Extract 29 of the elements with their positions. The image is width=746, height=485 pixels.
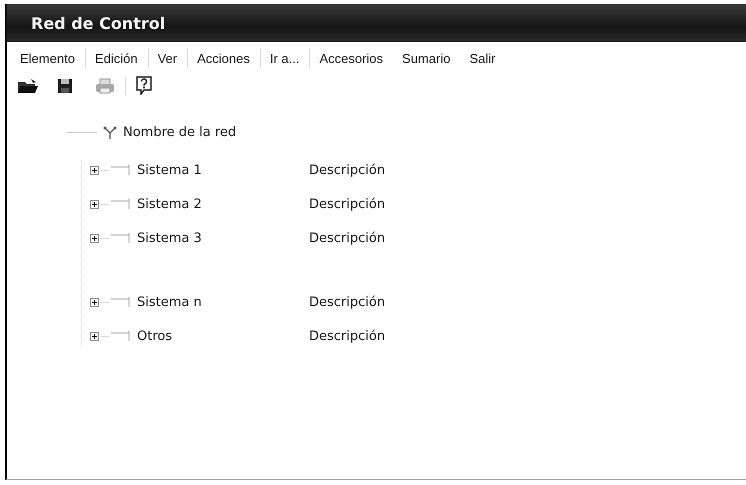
window-title: Red de Control bbox=[31, 14, 166, 32]
tree-item-label[interactable]: Sistema 3 bbox=[137, 230, 309, 246]
expand-icon[interactable] bbox=[90, 166, 99, 174]
description-text: Descripción bbox=[309, 294, 386, 310]
save-icon[interactable] bbox=[57, 78, 73, 94]
help-icon[interactable] bbox=[136, 76, 152, 95]
menu-item[interactable]: Sumario bbox=[397, 48, 460, 68]
expand-icon[interactable] bbox=[90, 234, 99, 242]
expand-icon[interactable] bbox=[90, 332, 99, 340]
tree-item-label[interactable]: Sistema 2 bbox=[137, 196, 309, 212]
description-text: Descripción bbox=[309, 162, 386, 178]
tree-item-label[interactable]: Sistema 1 bbox=[137, 162, 309, 178]
menu-item[interactable]: Ir a... bbox=[264, 48, 310, 68]
menu-item[interactable]: Edición bbox=[90, 48, 149, 68]
tree-item-label[interactable]: Sistema n bbox=[137, 294, 309, 310]
expand-icon[interactable] bbox=[90, 200, 99, 208]
menu-item[interactable]: Accesorios bbox=[314, 48, 394, 68]
menu-item[interactable]: Salir bbox=[464, 48, 506, 68]
tree-item-label[interactable]: Otros bbox=[137, 328, 309, 344]
description-text: Descripción bbox=[309, 230, 386, 246]
printer-icon[interactable] bbox=[95, 78, 115, 94]
tree-root-label[interactable]: Nombre de la red bbox=[123, 125, 236, 140]
network-icon bbox=[103, 126, 117, 140]
menu-item[interactable]: Elemento bbox=[15, 48, 86, 68]
expand-icon[interactable] bbox=[90, 298, 99, 306]
menu-item[interactable]: Ver bbox=[152, 48, 188, 68]
menu-item[interactable]: Acciones bbox=[192, 48, 261, 68]
description-text: Descripción bbox=[309, 196, 386, 212]
description-text: Descripción bbox=[309, 328, 386, 344]
